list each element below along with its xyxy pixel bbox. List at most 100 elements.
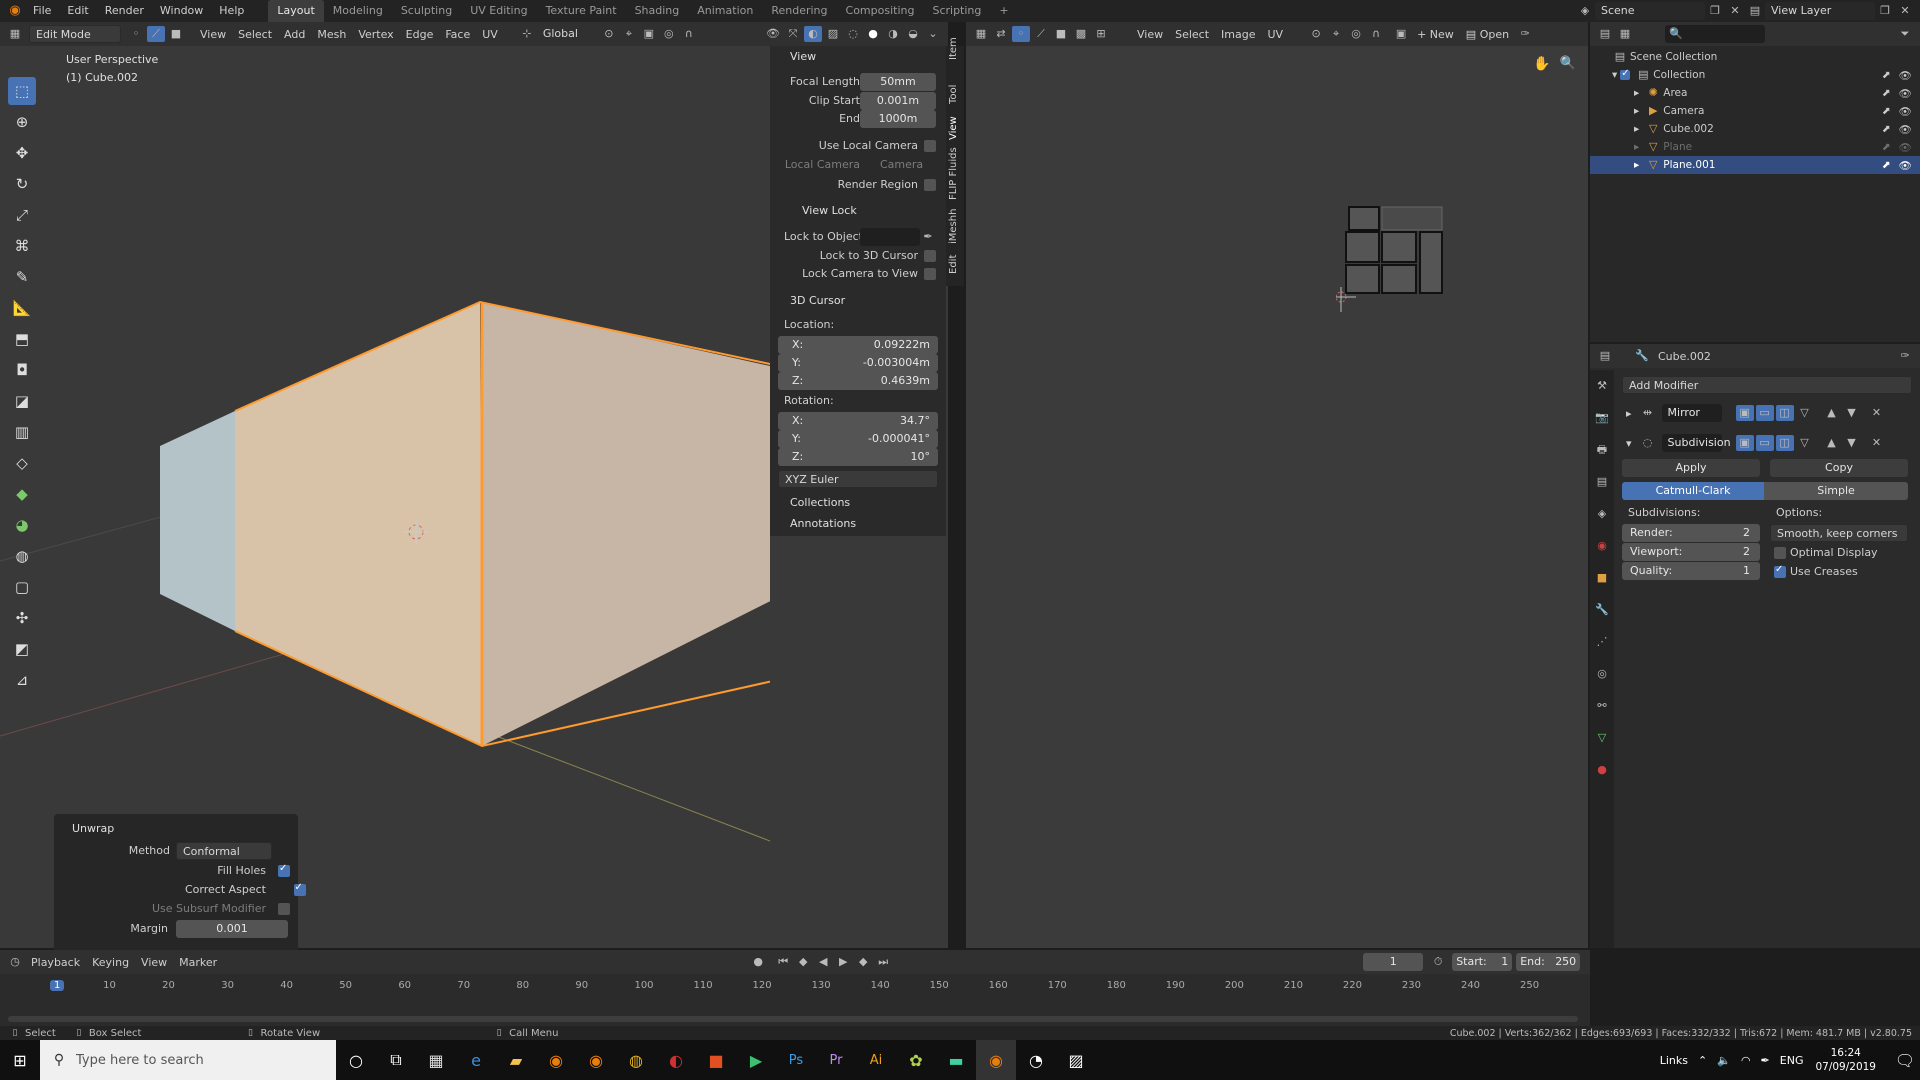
zoom-icon[interactable]: 🔍 xyxy=(1559,56,1577,72)
subdivision-render-icon[interactable]: ◫ xyxy=(1775,435,1794,451)
outliner-item-plane-001[interactable]: ▸ ▽ Plane.001 ⬈ 👁 xyxy=(1590,156,1920,174)
speedometer-app-icon[interactable]: ◔ xyxy=(1016,1040,1056,1080)
blender-app-icon[interactable]: ◉ xyxy=(536,1040,576,1080)
uv-snap-icon[interactable]: ⌖ xyxy=(1327,26,1345,42)
illustrator-icon[interactable]: Ai xyxy=(856,1040,896,1080)
mode-selector[interactable]: Edit Mode xyxy=(29,25,121,43)
pin-icon[interactable]: ✑ xyxy=(1516,26,1534,42)
loop-cut-tool-icon[interactable]: ▥ xyxy=(8,418,36,446)
gizmo-icon[interactable]: ⤧ xyxy=(784,26,802,42)
uv-vertex-select-icon[interactable]: ◦ xyxy=(1012,26,1030,42)
viewport-menu-vertex[interactable]: Vertex xyxy=(352,28,399,41)
end-frame-field[interactable]: End: 250 xyxy=(1516,953,1581,971)
tab-layout[interactable]: Layout xyxy=(268,0,324,22)
editor-type-icon[interactable]: ▦ xyxy=(6,26,24,42)
outliner-item-camera[interactable]: ▸ ▶ Camera ⬈ 👁 xyxy=(1590,102,1920,120)
photos-app-icon[interactable]: ▨ xyxy=(1056,1040,1096,1080)
optimal-display-checkbox[interactable] xyxy=(1774,547,1786,559)
bevel-tool-icon[interactable]: ◪ xyxy=(8,387,36,415)
extrude-tool-icon[interactable]: ⬒ xyxy=(8,325,36,353)
properties-pin-icon[interactable]: ✑ xyxy=(1896,348,1914,364)
rendered-shading-icon[interactable]: ◒ xyxy=(904,26,922,42)
use-local-camera-checkbox[interactable] xyxy=(924,140,936,152)
render-levels-field[interactable]: Render: 2 xyxy=(1622,524,1760,542)
uv-menu-select[interactable]: Select xyxy=(1169,28,1215,41)
viewport-levels-field[interactable]: Viewport: 2 xyxy=(1622,543,1760,561)
annotations-section[interactable]: Annotations xyxy=(790,517,856,530)
snap-target-icon[interactable]: ▣ xyxy=(640,26,658,42)
uv-menu-view[interactable]: View xyxy=(1131,28,1169,41)
quality-field[interactable]: Quality: 1 xyxy=(1622,562,1760,580)
tab-uv-editing[interactable]: UV Editing xyxy=(461,0,536,22)
subdivision-expand-icon[interactable]: ▾ xyxy=(1626,437,1632,450)
tab-imeshh[interactable]: iMeshh xyxy=(948,209,959,244)
play-icon[interactable]: ▶ xyxy=(834,954,852,970)
timeline-menu-view[interactable]: View xyxy=(135,956,173,969)
selectable-icon[interactable]: ⬈ xyxy=(1882,159,1891,171)
material-shading-icon[interactable]: ◑ xyxy=(884,26,902,42)
overlay-icon[interactable]: ◐ xyxy=(804,26,822,42)
premiere-icon[interactable]: Pr xyxy=(816,1040,856,1080)
tab-texture-paint[interactable]: Texture Paint xyxy=(537,0,626,22)
viewport-menu-uv[interactable]: UV xyxy=(476,28,504,41)
eye-icon[interactable]: 👁 xyxy=(1899,159,1912,172)
scene-selector[interactable]: Scene xyxy=(1595,2,1705,20)
blender-beta-icon[interactable]: ◉ xyxy=(576,1040,616,1080)
transform-tool-icon[interactable]: ⌘ xyxy=(8,232,36,260)
lock-to-cursor-checkbox[interactable] xyxy=(924,250,936,262)
collection-checkbox[interactable] xyxy=(1620,68,1631,80)
snap-icon[interactable]: ⌖ xyxy=(620,26,638,42)
face-select-icon[interactable]: ■ xyxy=(167,26,185,42)
menu-render[interactable]: Render xyxy=(97,0,152,22)
unwrap-method-select[interactable]: Conformal xyxy=(176,842,272,860)
outliner-item-area[interactable]: ▸ ✺ Area ⬈ 👁 xyxy=(1590,84,1920,102)
mirror-name-field[interactable]: Mirror xyxy=(1661,404,1722,422)
viewport-menu-view[interactable]: View xyxy=(194,28,232,41)
margin-field[interactable]: 0.001 xyxy=(176,920,288,938)
cortana-icon[interactable]: ○ xyxy=(336,1040,376,1080)
timeline-type-icon[interactable]: ◷ xyxy=(6,954,24,970)
rotation-mode-select[interactable]: XYZ Euler xyxy=(778,470,938,488)
subdivision-up-icon[interactable]: ▲ xyxy=(1823,435,1841,451)
edge-select-icon[interactable]: ⟋ xyxy=(147,26,165,42)
lock-camera-checkbox[interactable] xyxy=(924,268,936,280)
play-reverse-icon[interactable]: ◀ xyxy=(814,954,832,970)
view-lock-title[interactable]: View Lock xyxy=(802,204,857,217)
mirror-editmode-icon[interactable]: ▣ xyxy=(1735,405,1754,421)
inset-tool-icon[interactable]: ◘ xyxy=(8,356,36,384)
select-box-tool-icon[interactable]: ⬚ xyxy=(8,77,36,105)
edge-browser-icon[interactable]: e xyxy=(456,1040,496,1080)
calculator-icon[interactable]: ▦ xyxy=(416,1040,456,1080)
view-layer-selector[interactable]: View Layer xyxy=(1765,2,1875,20)
display-mode-icon[interactable]: ▦ xyxy=(1616,26,1634,42)
orange-app-icon[interactable]: ■ xyxy=(696,1040,736,1080)
data-props-icon[interactable]: ▽ xyxy=(1593,730,1611,746)
pen-icon[interactable]: ✒ xyxy=(1761,1054,1770,1067)
render-props-icon[interactable]: 📷 xyxy=(1593,410,1611,426)
green-app-icon[interactable]: ▬ xyxy=(936,1040,976,1080)
uv-menu-image[interactable]: Image xyxy=(1215,28,1261,41)
stopwatch-icon[interactable]: ⏱ xyxy=(1429,954,1447,970)
blender-active-icon[interactable]: ◉ xyxy=(976,1040,1016,1080)
cursor-rot-z-field[interactable]: Z: 10° xyxy=(778,448,938,466)
mirror-remove-icon[interactable]: ✕ xyxy=(1868,405,1886,421)
mirror-render-icon[interactable]: ◫ xyxy=(1775,405,1794,421)
subdivision-down-icon[interactable]: ▼ xyxy=(1843,435,1861,451)
tab-shading[interactable]: Shading xyxy=(626,0,689,22)
tab-scripting[interactable]: Scripting xyxy=(923,0,990,22)
uv-menu-uv[interactable]: UV xyxy=(1262,28,1290,41)
pivot-icon[interactable]: ⊙ xyxy=(600,26,618,42)
jump-end-icon[interactable]: ⏭ xyxy=(874,954,892,970)
world-props-icon[interactable]: ◉ xyxy=(1593,538,1611,554)
proportional-edit-icon[interactable]: ◎ xyxy=(660,26,678,42)
add-modifier-dropdown[interactable]: Add Modifier xyxy=(1622,376,1912,394)
tool-props-icon[interactable]: ⚒ xyxy=(1593,378,1611,394)
taskbar-links[interactable]: Links xyxy=(1660,1054,1688,1067)
close-view-layer-icon[interactable]: ✕ xyxy=(1896,3,1914,19)
clip-start-field[interactable]: 0.001m xyxy=(860,92,936,110)
catmull-clark-button[interactable]: Catmull-Clark xyxy=(1622,482,1764,500)
viewport-menu-face[interactable]: Face xyxy=(439,28,476,41)
selectable-icon[interactable]: ⬈ xyxy=(1882,123,1891,135)
cursor-loc-z-field[interactable]: Z: 0.4639m xyxy=(778,372,938,390)
rip-tool-icon[interactable]: ⊿ xyxy=(8,666,36,694)
